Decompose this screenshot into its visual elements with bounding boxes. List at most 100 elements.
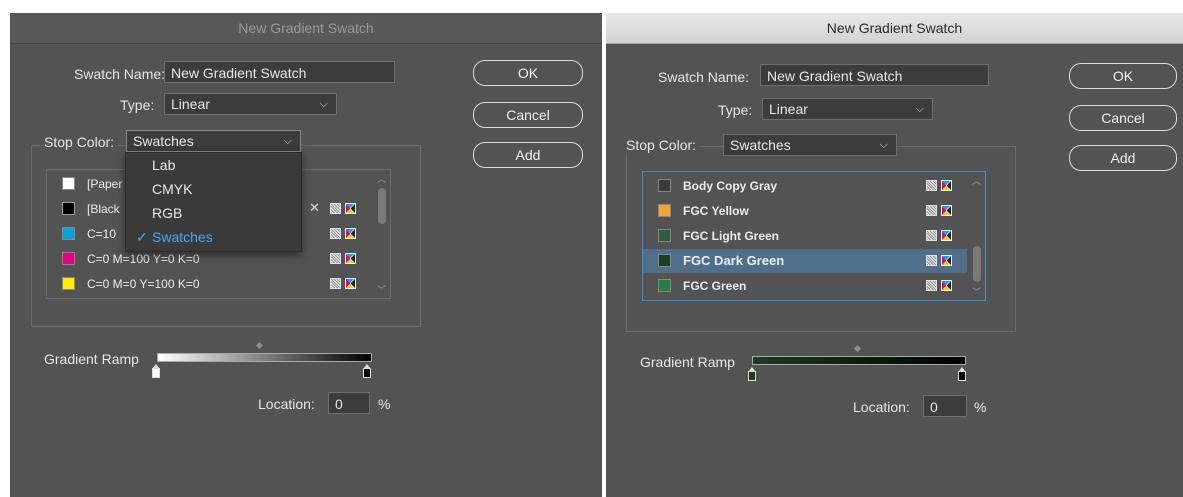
stop-color-menu: Lab CMYK RGB ✓ Swatches bbox=[125, 152, 302, 252]
dialog-title: New Gradient Swatch bbox=[10, 13, 602, 44]
tint-icon bbox=[926, 205, 937, 216]
stop-color-select[interactable]: Swatches ⌵ bbox=[126, 130, 301, 152]
swatch-name: [Black bbox=[87, 202, 120, 216]
swatch-color-chip bbox=[658, 204, 671, 217]
gradient-ramp-label: Gradient Ramp bbox=[44, 351, 139, 367]
scroll-up-icon[interactable]: ︿ bbox=[377, 172, 386, 185]
type-select[interactable]: Linear ⌵ bbox=[762, 98, 933, 120]
gradient-ramp-label: Gradient Ramp bbox=[640, 354, 735, 370]
chevron-down-icon: ⌵ bbox=[319, 98, 328, 110]
swatch-list[interactable]: Body Copy Gray FGC Yellow FGC Light Gree… bbox=[642, 171, 986, 301]
tint-icon bbox=[330, 203, 341, 214]
menu-item-lab[interactable]: Lab bbox=[126, 153, 301, 177]
swatch-name-input[interactable]: New Gradient Swatch bbox=[164, 61, 395, 83]
location-input[interactable]: 0 bbox=[923, 395, 967, 417]
swatch-color-chip bbox=[62, 252, 75, 265]
stop-color-label: Stop Color: bbox=[44, 134, 119, 150]
tint-icon bbox=[926, 255, 937, 266]
chevron-down-icon: ⌵ bbox=[879, 139, 888, 151]
tint-icon bbox=[926, 230, 937, 241]
swatch-name: FGC Yellow bbox=[683, 204, 749, 218]
swatch-color-chip bbox=[62, 202, 75, 215]
list-item[interactable]: Body Copy Gray bbox=[643, 174, 967, 198]
swatch-color-chip bbox=[658, 279, 671, 292]
scroll-thumb[interactable] bbox=[973, 246, 981, 282]
tint-icon bbox=[926, 280, 937, 291]
list-item[interactable]: FGC Yellow bbox=[643, 199, 967, 223]
gradient-ramp[interactable] bbox=[752, 356, 966, 365]
cancel-button[interactable]: Cancel bbox=[473, 102, 583, 128]
cmyk-icon bbox=[941, 180, 952, 191]
swatch-color-chip bbox=[62, 227, 75, 240]
location-input[interactable]: 0 bbox=[328, 392, 370, 414]
gradient-stop-start[interactable] bbox=[152, 364, 160, 378]
swatch-name: FGC Dark Green bbox=[683, 253, 785, 268]
swatch-name: C=0 M=100 Y=0 K=0 bbox=[87, 252, 200, 266]
list-item[interactable]: FGC Green bbox=[643, 274, 967, 298]
scroll-up-icon[interactable]: ︿ bbox=[972, 174, 981, 187]
scroll-down-icon[interactable]: ﹀ bbox=[972, 285, 981, 298]
list-item[interactable]: FGC Light Green bbox=[643, 224, 967, 248]
type-value: Linear bbox=[171, 96, 210, 112]
gradient-stop-end[interactable] bbox=[958, 367, 966, 381]
tint-icon bbox=[330, 253, 341, 264]
cmyk-icon bbox=[941, 230, 952, 241]
stop-color-value: Swatches bbox=[133, 133, 194, 149]
list-scrollbar[interactable]: ︿ ﹀ bbox=[376, 172, 388, 296]
percent-label: % bbox=[974, 399, 987, 415]
gradient-ramp[interactable] bbox=[157, 353, 372, 362]
list-item[interactable]: C=0 M=0 Y=100 K=0 bbox=[47, 272, 372, 296]
cmyk-icon bbox=[345, 228, 356, 239]
tint-icon bbox=[926, 180, 937, 191]
no-edit-icon: ✕ bbox=[309, 200, 320, 215]
chevron-down-icon: ⌵ bbox=[283, 135, 292, 147]
scroll-thumb[interactable] bbox=[378, 188, 386, 224]
cmyk-icon bbox=[941, 205, 952, 216]
chevron-down-icon: ⌵ bbox=[915, 103, 924, 115]
swatch-name: [Paper bbox=[87, 177, 123, 191]
ok-button[interactable]: OK bbox=[1069, 63, 1177, 89]
midpoint-diamond-icon[interactable] bbox=[255, 341, 264, 350]
type-label: Type: bbox=[718, 102, 753, 118]
add-button[interactable]: Add bbox=[473, 142, 583, 168]
type-select[interactable]: Linear ⌵ bbox=[164, 93, 337, 115]
menu-item-swatches[interactable]: ✓ Swatches bbox=[126, 225, 301, 249]
checkmark-icon: ✓ bbox=[136, 229, 148, 245]
cmyk-icon bbox=[941, 280, 952, 291]
swatch-name: Body Copy Gray bbox=[683, 179, 778, 193]
menu-item-label: Swatches bbox=[152, 229, 213, 245]
swatch-color-chip bbox=[62, 277, 75, 290]
swatch-color-chip bbox=[658, 229, 671, 242]
scroll-down-icon[interactable]: ﹀ bbox=[377, 283, 386, 296]
midpoint-diamond-icon[interactable] bbox=[853, 344, 862, 353]
swatch-name: C=10 bbox=[87, 227, 117, 241]
swatch-name: FGC Green bbox=[683, 279, 747, 293]
location-label: Location: bbox=[258, 396, 315, 412]
gradient-stop-start[interactable] bbox=[748, 367, 756, 381]
cancel-button[interactable]: Cancel bbox=[1069, 105, 1177, 131]
stop-color-select[interactable]: Swatches ⌵ bbox=[723, 134, 897, 156]
swatch-name-label: Swatch Name: bbox=[658, 69, 750, 85]
swatch-name-input[interactable]: New Gradient Swatch bbox=[760, 64, 989, 86]
stop-color-value: Swatches bbox=[730, 137, 791, 153]
swatch-name: C=0 M=0 Y=100 K=0 bbox=[87, 277, 200, 291]
swatch-color-chip bbox=[62, 177, 75, 190]
menu-item-cmyk[interactable]: CMYK bbox=[126, 177, 301, 201]
left-gradient-dialog: New Gradient Swatch Swatch Name: New Gra… bbox=[10, 13, 602, 497]
type-value: Linear bbox=[769, 101, 808, 117]
swatch-color-chip bbox=[658, 179, 671, 192]
add-button[interactable]: Add bbox=[1069, 145, 1177, 171]
cmyk-icon bbox=[345, 253, 356, 264]
swatch-name: FGC Light Green bbox=[683, 229, 779, 243]
right-gradient-dialog: New Gradient Swatch Swatch Name: New Gra… bbox=[606, 13, 1183, 497]
type-label: Type: bbox=[120, 97, 155, 113]
list-scrollbar[interactable]: ︿ ﹀ bbox=[971, 174, 983, 298]
list-item-selected[interactable]: FGC Dark Green bbox=[643, 249, 967, 273]
swatch-color-chip bbox=[658, 254, 671, 267]
ok-button[interactable]: OK bbox=[473, 60, 583, 86]
stop-color-label: Stop Color: bbox=[626, 137, 701, 153]
swatch-name-label: Swatch Name: bbox=[74, 66, 166, 82]
gradient-stop-end[interactable] bbox=[363, 364, 371, 378]
percent-label: % bbox=[378, 396, 391, 412]
menu-item-rgb[interactable]: RGB bbox=[126, 201, 301, 225]
